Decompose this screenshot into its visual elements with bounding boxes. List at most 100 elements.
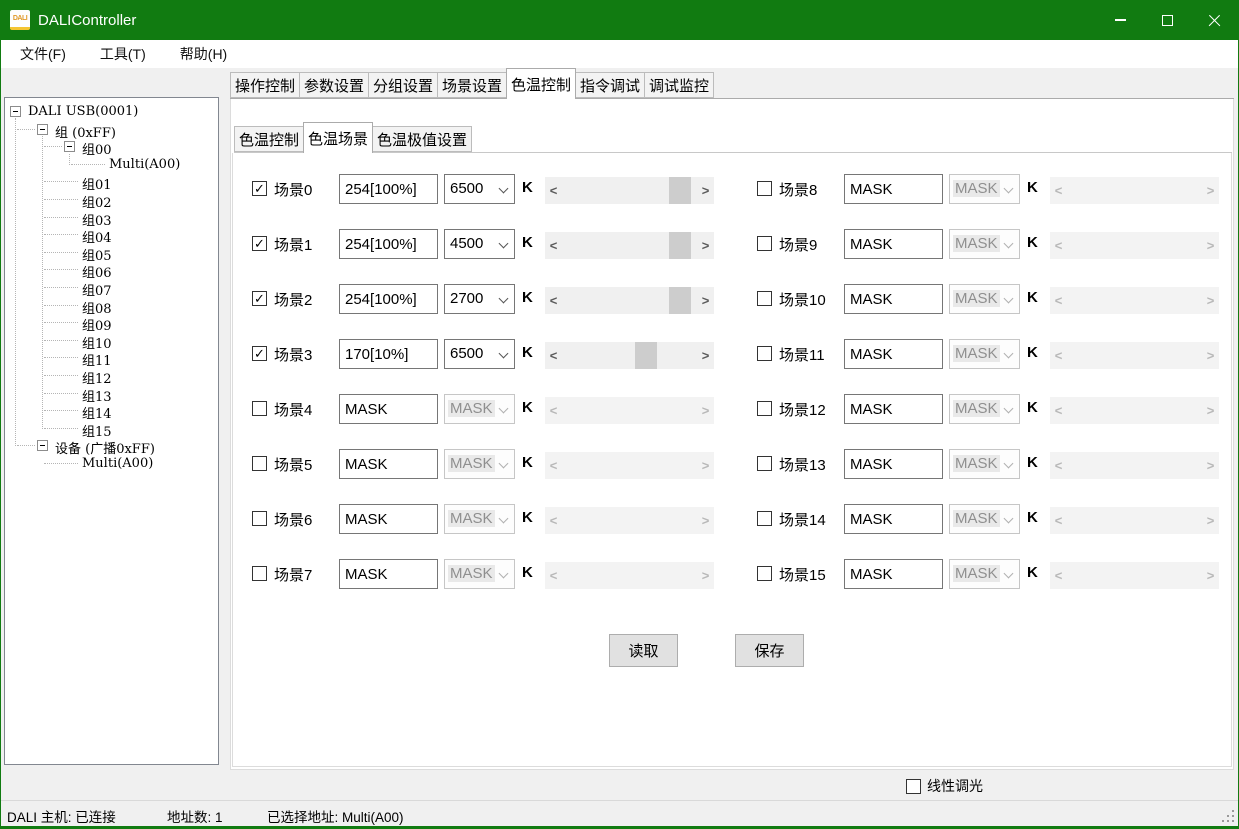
cct-scrollbar[interactable]: <> — [545, 177, 714, 204]
read-button[interactable]: 读取 — [609, 634, 678, 667]
tree-item[interactable]: Multi(A00) — [5, 156, 218, 173]
scene-checkbox[interactable]: ✓ — [252, 181, 267, 196]
tree-item[interactable]: 组00 — [5, 138, 218, 155]
tree-item[interactable]: 组01 — [5, 173, 218, 190]
maximize-button[interactable] — [1144, 0, 1191, 40]
tree-item[interactable]: 组03 — [5, 209, 218, 226]
scene-level-input[interactable] — [844, 559, 943, 589]
sub-tab-2[interactable]: 色温场景 — [303, 122, 373, 153]
scene-checkbox[interactable]: ✓ — [252, 346, 267, 361]
scene-cct-dropdown[interactable]: MASK — [949, 229, 1020, 259]
scene-cct-dropdown[interactable]: MASK — [949, 449, 1020, 479]
scene-checkbox[interactable] — [757, 346, 772, 361]
scrollbar-thumb[interactable] — [669, 177, 691, 204]
scroll-left-arrow-icon[interactable]: < — [545, 287, 562, 314]
tree-item[interactable]: 组14 — [5, 402, 218, 419]
scroll-left-arrow-icon[interactable]: < — [545, 232, 562, 259]
scene-level-input[interactable] — [339, 174, 438, 204]
linear-dimming-checkbox[interactable]: 线性调光 — [906, 776, 983, 796]
scene-checkbox[interactable]: ✓ — [252, 291, 267, 306]
scene-level-input[interactable] — [339, 229, 438, 259]
scene-cct-dropdown[interactable]: MASK — [949, 504, 1020, 534]
tree-expander-icon[interactable] — [37, 440, 48, 451]
main-tab-6[interactable]: 指令调试 — [575, 72, 645, 98]
scene-checkbox[interactable]: ✓ — [252, 236, 267, 251]
scroll-left-arrow-icon[interactable]: < — [545, 342, 562, 369]
scene-level-input[interactable] — [339, 504, 438, 534]
main-tab-5[interactable]: 色温控制 — [506, 68, 576, 99]
tree-item[interactable]: 组11 — [5, 349, 218, 366]
scene-checkbox[interactable] — [757, 236, 772, 251]
scene-checkbox[interactable] — [252, 456, 267, 471]
scene-cct-dropdown[interactable]: MASK — [949, 339, 1020, 369]
scroll-right-arrow-icon[interactable]: > — [697, 342, 714, 369]
resize-grip-icon[interactable] — [1232, 820, 1234, 822]
scene-checkbox[interactable] — [757, 511, 772, 526]
tree-item[interactable]: 组 (0xFF) — [5, 121, 218, 138]
scene-checkbox[interactable] — [757, 401, 772, 416]
scene-cct-dropdown[interactable]: MASK — [949, 394, 1020, 424]
scene-level-input[interactable] — [844, 504, 943, 534]
scene-level-input[interactable] — [339, 394, 438, 424]
scene-checkbox[interactable] — [252, 401, 267, 416]
tree-item[interactable]: 组13 — [5, 385, 218, 402]
scene-checkbox[interactable] — [757, 456, 772, 471]
tree-expander-icon[interactable] — [64, 141, 75, 152]
tree-item[interactable]: 设备 (广播0xFF) — [5, 437, 218, 454]
scene-cct-dropdown[interactable]: MASK — [949, 284, 1020, 314]
scene-level-input[interactable] — [844, 449, 943, 479]
scene-checkbox[interactable] — [252, 566, 267, 581]
scene-checkbox[interactable] — [252, 511, 267, 526]
scene-level-input[interactable] — [844, 339, 943, 369]
scroll-right-arrow-icon[interactable]: > — [697, 232, 714, 259]
scene-cct-dropdown[interactable]: MASK — [949, 174, 1020, 204]
scene-level-input[interactable] — [339, 284, 438, 314]
menu-item-file[interactable]: 文件(F) — [7, 40, 79, 68]
scene-level-input[interactable] — [844, 174, 943, 204]
device-tree[interactable]: DALI USB(0001)组 (0xFF)组00Multi(A00)组01组0… — [4, 97, 219, 765]
tree-item[interactable]: 组06 — [5, 261, 218, 278]
main-tab-4[interactable]: 场景设置 — [437, 72, 507, 98]
cct-scrollbar[interactable]: <> — [545, 287, 714, 314]
tree-item[interactable]: 组02 — [5, 191, 218, 208]
close-button[interactable] — [1191, 0, 1238, 40]
scene-cct-dropdown[interactable]: 6500 — [444, 339, 515, 369]
scene-cct-dropdown[interactable]: 2700 — [444, 284, 515, 314]
tree-item[interactable]: 组15 — [5, 420, 218, 437]
scene-cct-dropdown[interactable]: MASK — [444, 559, 515, 589]
scene-checkbox[interactable] — [757, 181, 772, 196]
scene-cct-dropdown[interactable]: 4500 — [444, 229, 515, 259]
minimize-button[interactable] — [1097, 0, 1144, 40]
tree-item[interactable]: 组09 — [5, 314, 218, 331]
sub-tab-3[interactable]: 色温极值设置 — [372, 126, 472, 152]
scene-level-input[interactable] — [844, 394, 943, 424]
cct-scrollbar[interactable]: <> — [545, 342, 714, 369]
tree-item[interactable]: 组05 — [5, 244, 218, 261]
main-tab-1[interactable]: 操作控制 — [230, 72, 300, 98]
menu-item-tools[interactable]: 工具(T) — [87, 40, 159, 68]
main-tab-3[interactable]: 分组设置 — [368, 72, 438, 98]
scene-cct-dropdown[interactable]: MASK — [444, 449, 515, 479]
cct-scrollbar[interactable]: <> — [545, 232, 714, 259]
scrollbar-thumb[interactable] — [669, 232, 691, 259]
scroll-right-arrow-icon[interactable]: > — [697, 287, 714, 314]
scroll-right-arrow-icon[interactable]: > — [697, 177, 714, 204]
scrollbar-thumb[interactable] — [635, 342, 657, 369]
main-tab-7[interactable]: 调试监控 — [644, 72, 714, 98]
menu-item-help[interactable]: 帮助(H) — [167, 40, 240, 68]
tree-expander-icon[interactable] — [10, 106, 21, 117]
scene-cct-dropdown[interactable]: 6500 — [444, 174, 515, 204]
save-button[interactable]: 保存 — [735, 634, 804, 667]
scene-level-input[interactable] — [844, 284, 943, 314]
tree-item[interactable]: 组07 — [5, 279, 218, 296]
scroll-left-arrow-icon[interactable]: < — [545, 177, 562, 204]
scene-cct-dropdown[interactable]: MASK — [444, 504, 515, 534]
tree-expander-icon[interactable] — [37, 124, 48, 135]
scene-checkbox[interactable] — [757, 566, 772, 581]
main-tab-2[interactable]: 参数设置 — [299, 72, 369, 98]
tree-item[interactable]: 组10 — [5, 332, 218, 349]
scrollbar-thumb[interactable] — [669, 287, 691, 314]
scene-level-input[interactable] — [844, 229, 943, 259]
tree-item[interactable]: Multi(A00) — [5, 455, 218, 472]
checkbox-icon[interactable] — [906, 779, 921, 794]
